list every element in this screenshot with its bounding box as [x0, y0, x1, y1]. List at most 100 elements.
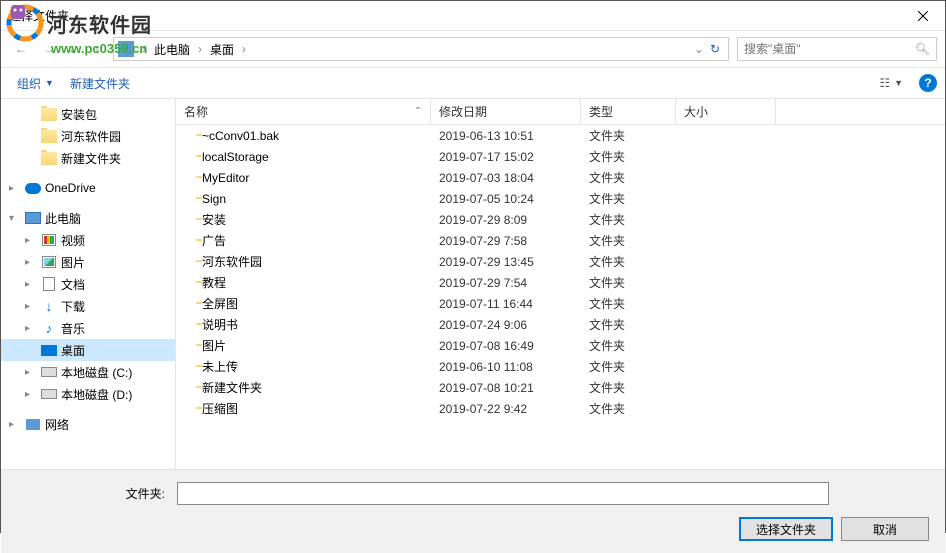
file-date: 2019-07-08 16:49 [431, 339, 581, 353]
sidebar-item-label: 本地磁盘 (C:) [61, 364, 132, 381]
desk-icon [41, 342, 57, 358]
sidebar-item-label: 桌面 [61, 342, 85, 359]
cancel-button[interactable]: 取消 [841, 517, 929, 541]
search-icon[interactable]: 🔍︎ [915, 42, 930, 56]
file-type: 文件夹 [581, 190, 676, 207]
nav-recent-button[interactable]: ⌄ [65, 37, 81, 61]
column-type[interactable]: 类型 [581, 99, 676, 124]
organize-button[interactable]: 组织 ▼ [9, 71, 62, 96]
sidebar-item-onedrive[interactable]: ▸OneDrive [1, 177, 175, 199]
file-row[interactable]: MyEditor2019-07-03 18:04文件夹 [176, 167, 945, 188]
new-folder-button[interactable]: 新建文件夹 [62, 71, 138, 96]
file-date: 2019-07-11 16:44 [431, 297, 581, 311]
chevron-down-icon: ⌄ [68, 42, 78, 56]
file-row[interactable]: 新建文件夹2019-07-08 10:21文件夹 [176, 377, 945, 398]
titlebar: 选择文件夹 [1, 1, 945, 31]
dropdown-icon: ▼ [45, 78, 54, 88]
file-date: 2019-07-29 8:09 [431, 213, 581, 227]
file-row[interactable]: Sign2019-07-05 10:24文件夹 [176, 188, 945, 209]
chevron-right-icon: › [140, 42, 148, 56]
sidebar-item-label: 音乐 [61, 320, 85, 337]
sidebar-item-disk[interactable]: ▸ 本地磁盘 (C:) [1, 361, 175, 383]
bottom-panel: 文件夹: 选择文件夹 取消 [1, 469, 945, 553]
file-type: 文件夹 [581, 337, 676, 354]
file-row[interactable]: 未上传2019-06-10 11:08文件夹 [176, 356, 945, 377]
file-row[interactable]: 教程2019-07-29 7:54文件夹 [176, 272, 945, 293]
expander-icon: ▸ [25, 323, 37, 334]
music-icon: ♪ [41, 320, 57, 336]
file-row[interactable]: 说明书2019-07-24 9:06文件夹 [176, 314, 945, 335]
window-title: 选择文件夹 [9, 7, 900, 24]
sidebar-item-label: 视频 [61, 232, 85, 249]
sidebar-item-pc[interactable]: ▾此电脑 [1, 207, 175, 229]
sidebar-item-desk[interactable]: 桌面 [1, 339, 175, 361]
net-icon [25, 416, 41, 432]
file-row[interactable]: 河东软件园2019-07-29 13:45文件夹 [176, 251, 945, 272]
file-row[interactable]: ~cConv01.bak2019-06-13 10:51文件夹 [176, 125, 945, 146]
nav-up-button[interactable]: ↑ [85, 37, 109, 61]
file-type: 文件夹 [581, 211, 676, 228]
file-row[interactable]: 安装2019-07-29 8:09文件夹 [176, 209, 945, 230]
nav-forward-button[interactable]: → [37, 37, 61, 61]
breadcrumb-item[interactable]: 桌面 [206, 41, 238, 58]
file-type: 文件夹 [581, 295, 676, 312]
sidebar-item-pic[interactable]: ▸图片 [1, 251, 175, 273]
sidebar-item-folder[interactable]: 新建文件夹 [1, 147, 175, 169]
down-icon: ↓ [41, 298, 57, 314]
disk-icon [41, 386, 57, 402]
nav-back-button[interactable]: ← [9, 37, 33, 61]
pc-icon [25, 210, 41, 226]
file-name: 压缩图 [202, 400, 238, 417]
video-icon [41, 232, 57, 248]
file-name: 新建文件夹 [202, 379, 262, 396]
sidebar-item-doc[interactable]: ▸文档 [1, 273, 175, 295]
file-row[interactable]: 全屏图 2019-07-11 16:44文件夹 [176, 293, 945, 314]
file-date: 2019-07-29 13:45 [431, 255, 581, 269]
file-name: 教程 [202, 274, 226, 291]
search-box[interactable]: 🔍︎ [737, 37, 937, 61]
file-date: 2019-07-17 15:02 [431, 150, 581, 164]
search-input[interactable] [744, 42, 915, 56]
expander-icon: ▸ [9, 183, 21, 194]
refresh-icon[interactable]: ↻ [706, 42, 724, 56]
breadcrumb[interactable]: › 此电脑 › 桌面 › ⌄ ↻ [113, 37, 729, 61]
file-name: 广告 [202, 232, 226, 249]
help-button[interactable]: ? [919, 74, 937, 92]
select-folder-button[interactable]: 选择文件夹 [739, 517, 833, 541]
file-row[interactable]: 压缩图2019-07-22 9:42文件夹 [176, 398, 945, 419]
sidebar-item-folder[interactable]: 安装包 [1, 103, 175, 125]
file-name: 全屏图 [202, 295, 238, 312]
expander-icon: ▸ [25, 367, 37, 378]
column-name[interactable]: 名称 ⌃ [176, 99, 431, 124]
list-body: ~cConv01.bak2019-06-13 10:51文件夹 localStor… [176, 125, 945, 469]
sidebar-item-label: 下载 [61, 298, 85, 315]
file-type: 文件夹 [581, 169, 676, 186]
chevron-down-icon[interactable]: ⌄ [694, 42, 704, 56]
column-date[interactable]: 修改日期 [431, 99, 581, 124]
file-name: localStorage [202, 150, 269, 164]
column-size[interactable]: 大小 [676, 99, 776, 124]
file-date: 2019-07-24 9:06 [431, 318, 581, 332]
sidebar-item-video[interactable]: ▸视频 [1, 229, 175, 251]
expander-icon: ▸ [25, 301, 37, 312]
sidebar-item-down[interactable]: ▸ ↓下载 [1, 295, 175, 317]
file-type: 文件夹 [581, 232, 676, 249]
close-button[interactable] [900, 1, 945, 31]
view-button[interactable]: ☷ ▼ [871, 72, 911, 94]
sidebar-item-disk[interactable]: ▸本地磁盘 (D:) [1, 383, 175, 405]
file-date: 2019-07-22 9:42 [431, 402, 581, 416]
file-row[interactable]: localStorage2019-07-17 15:02文件夹 [176, 146, 945, 167]
sidebar-item-label: 网络 [45, 416, 69, 433]
file-row[interactable]: 图片2019-07-08 16:49文件夹 [176, 335, 945, 356]
sidebar-item-music[interactable]: ▸ ♪音乐 [1, 317, 175, 339]
folder-input[interactable] [177, 482, 829, 505]
sidebar-item-folder[interactable]: 河东软件园 [1, 125, 175, 147]
help-icon: ? [924, 76, 931, 90]
sidebar-item-label: 文档 [61, 276, 85, 293]
expander-icon: ▸ [25, 389, 37, 400]
sidebar-item-net[interactable]: ▸网络 [1, 413, 175, 435]
file-date: 2019-07-03 18:04 [431, 171, 581, 185]
breadcrumb-item[interactable]: 此电脑 [150, 41, 194, 58]
file-row[interactable]: 广告2019-07-29 7:58文件夹 [176, 230, 945, 251]
expander-icon: ▾ [9, 213, 21, 224]
